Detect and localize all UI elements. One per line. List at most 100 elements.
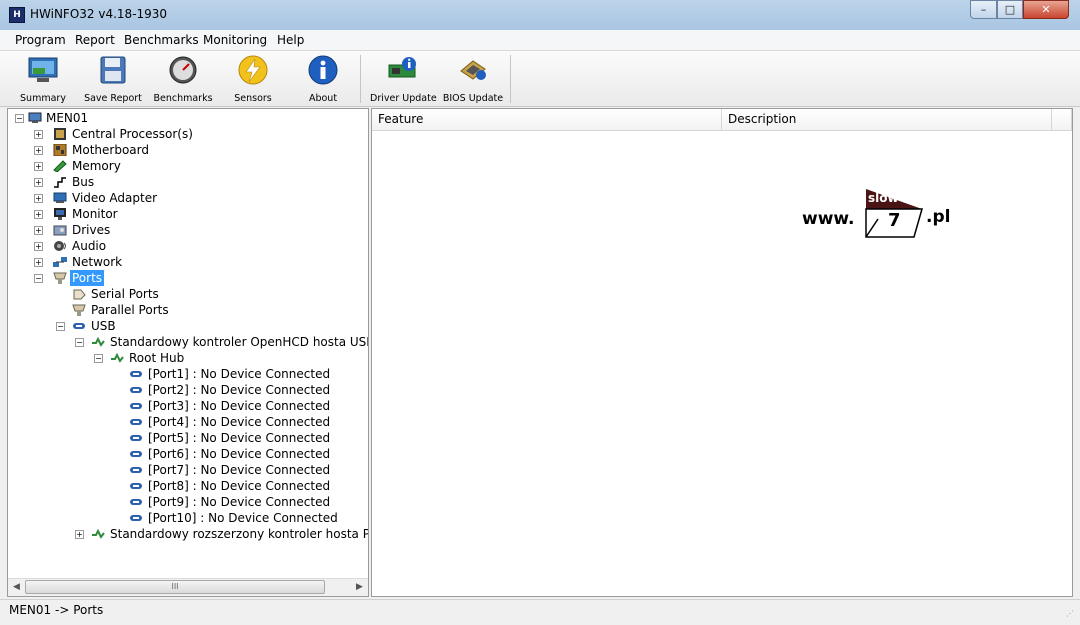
app-icon[interactable]: H [9,7,25,23]
expand-icon[interactable]: + [34,242,43,251]
watermark-suffix: .pl [926,207,951,227]
watermark-badge-top: slow [868,191,899,205]
expand-icon[interactable]: + [75,530,84,539]
sensors-label: Sensors [234,93,272,104]
tree-item-label: Bus [72,175,95,189]
expand-icon[interactable]: + [34,194,43,203]
tree-item-usb-port[interactable]: [Port9] : No Device Connected [8,494,368,510]
tree-item-parallel-ports[interactable]: Parallel Ports [8,302,368,318]
tree-item-usb-port[interactable]: [Port5] : No Device Connected [8,430,368,446]
maximize-button[interactable]: □ [997,0,1023,19]
tree-item-usb-port[interactable]: [Port8] : No Device Connected [8,478,368,494]
bios-update-button[interactable]: BIOS Update [440,53,506,105]
app-window: H HWiNFO32 v4.18-1930 – □ ✕ Program Repo… [0,0,1080,625]
tree-item-label: [Port3] : No Device Connected [148,399,331,413]
expand-icon[interactable]: + [34,146,43,155]
tree-item-usb-port[interactable]: [Port6] : No Device Connected [8,446,368,462]
tree-item-video-adapter[interactable]: + Video Adapter [8,190,368,206]
info-icon [307,55,339,85]
tree-item-usb-port[interactable]: [Port4] : No Device Connected [8,414,368,430]
tree-item-usb-port[interactable]: [Port3] : No Device Connected [8,398,368,414]
tree-item-usb-port[interactable]: [Port7] : No Device Connected [8,462,368,478]
tree-item-root-hub[interactable]: − Root Hub [8,350,368,366]
tree-item-label-selected: Ports [70,270,105,286]
tree-item-label: [Port10] : No Device Connected [148,511,338,525]
tree-item-label: [Port1] : No Device Connected [148,367,331,381]
close-button[interactable]: ✕ [1023,0,1069,19]
scroll-thumb[interactable]: III [25,580,325,594]
tree-item-drives[interactable]: + Drives [8,222,368,238]
collapse-icon[interactable]: − [34,274,43,283]
column-header-description[interactable]: Description [722,109,1052,131]
tree-item-label: Standardowy kontroler OpenHCD hosta USB [110,335,368,349]
tree-item-label: Central Processor(s) [72,127,193,141]
summary-button[interactable]: Summary [15,53,71,105]
column-header-feature[interactable]: Feature [372,109,722,131]
tree-item-usb-controller[interactable]: − Standardowy kontroler OpenHCD hosta US… [8,334,368,350]
ports-icon [53,272,67,284]
tree-item-usb-port[interactable]: [Port10] : No Device Connected [8,510,368,526]
device-tree[interactable]: − MEN01 + Central Processor(s) + Motherb… [8,109,368,579]
collapse-icon[interactable]: − [15,114,24,123]
menu-monitoring[interactable]: Monitoring [203,33,267,47]
driver-update-button[interactable]: Driver Update [370,53,437,105]
about-button[interactable]: About [295,53,351,105]
tree-item-usb[interactable]: − USB [8,318,368,334]
usb-controller-icon [92,336,105,347]
tree-item-label: MEN01 [46,111,89,125]
watermark-logo: www. slow 7 .pl [802,189,972,239]
save-report-button[interactable]: Save Report [82,53,144,105]
toolbar-separator [360,55,361,103]
expand-icon[interactable]: + [34,162,43,171]
collapse-icon[interactable]: − [75,338,84,347]
summary-icon [27,55,59,85]
tree-item-memory[interactable]: + Memory [8,158,368,174]
tree-item-cpu[interactable]: + Central Processor(s) [8,126,368,142]
tree-item-root[interactable]: − MEN01 [8,110,368,126]
tree-item-bus[interactable]: + Bus [8,174,368,190]
tree-item-monitor[interactable]: + Monitor [8,206,368,222]
tree-item-usb-port[interactable]: [Port2] : No Device Connected [8,382,368,398]
horizontal-scrollbar[interactable]: ◀ III ▶ [8,578,368,596]
tree-item-network[interactable]: + Network [8,254,368,270]
usb-hub-icon [111,352,124,363]
benchmarks-button[interactable]: Benchmarks [152,53,214,105]
tree-item-usb-port[interactable]: [Port1] : No Device Connected [8,366,368,382]
window-title: HWiNFO32 v4.18-1930 [30,7,168,21]
tree-item-label: Audio [72,239,107,253]
collapse-icon[interactable]: − [56,322,65,331]
expand-icon[interactable]: + [34,226,43,235]
tree-item-serial-ports[interactable]: Serial Ports [8,286,368,302]
menu-benchmarks[interactable]: Benchmarks [124,33,199,47]
floppy-disk-icon [97,55,129,85]
minimize-button[interactable]: – [970,0,997,19]
expand-icon[interactable]: + [34,178,43,187]
sensors-button[interactable]: Sensors [225,53,281,105]
resize-grip-icon[interactable]: ⋰ [1066,609,1076,619]
expand-icon[interactable]: + [34,258,43,267]
tree-item-ports[interactable]: − Ports [8,270,368,286]
expand-icon[interactable]: + [34,210,43,219]
tree-item-label: Standardowy rozszerzony kontroler hosta … [110,527,368,541]
tree-item-usb-controller-2[interactable]: + Standardowy rozszerzony kontroler host… [8,526,368,542]
cpu-icon [54,128,66,140]
scroll-left-icon[interactable]: ◀ [8,579,25,596]
tree-item-label: [Port4] : No Device Connected [148,415,331,429]
menu-program[interactable]: Program [15,33,66,47]
serial-port-icon [73,289,86,300]
menu-help[interactable]: Help [277,33,304,47]
menu-report[interactable]: Report [75,33,115,47]
expand-icon[interactable]: + [34,130,43,139]
collapse-icon[interactable]: − [94,354,103,363]
title-bar[interactable]: H HWiNFO32 v4.18-1930 – □ ✕ [0,0,1080,30]
device-tree-pane[interactable]: − MEN01 + Central Processor(s) + Motherb… [7,108,369,597]
status-text: MEN01 -> Ports [9,603,104,617]
bus-icon [54,177,66,188]
status-bar: MEN01 -> Ports ⋰ [0,599,1080,622]
tree-item-label: Motherboard [72,143,149,157]
scroll-right-icon[interactable]: ▶ [351,579,368,596]
tree-item-motherboard[interactable]: + Motherboard [8,142,368,158]
gauge-icon [167,55,199,85]
tree-item-audio[interactable]: + Audio [8,238,368,254]
tree-item-label: [Port6] : No Device Connected [148,447,331,461]
